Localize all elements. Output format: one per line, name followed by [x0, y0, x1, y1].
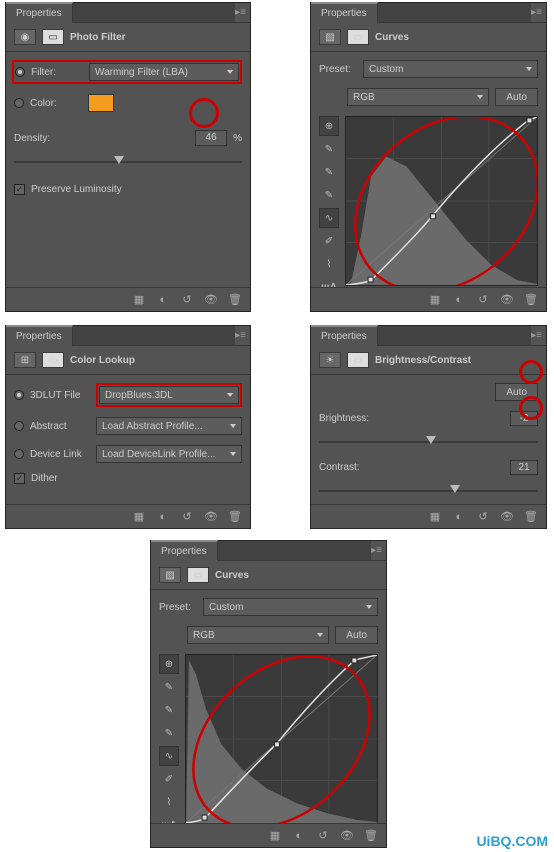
clip-icon[interactable]: ▦ [264, 827, 286, 845]
white-eyedrop-icon[interactable]: ✎ [319, 139, 339, 159]
eye-icon[interactable]: 👁 [496, 508, 518, 526]
preset-dropdown[interactable]: Custom [203, 598, 378, 616]
abstract-dropdown[interactable]: Load Abstract Profile... [96, 417, 242, 435]
trash-icon[interactable]: 🗑 [520, 508, 542, 526]
density-row: Density: 46 % [14, 130, 242, 146]
dither-checkbox[interactable]: ✓ [14, 473, 25, 484]
target-tool[interactable]: ⊕ [159, 654, 179, 674]
eye-icon[interactable]: 👁 [200, 291, 222, 309]
prev-icon[interactable]: ◐ [288, 827, 310, 845]
prev-icon[interactable]: ◐ [152, 291, 174, 309]
flyout-icon[interactable]: ▸≡ [531, 7, 542, 18]
brightness-slider[interactable] [319, 436, 538, 448]
prev-icon[interactable]: ◐ [152, 508, 174, 526]
properties-tab[interactable]: Properties [6, 2, 73, 23]
properties-tab[interactable]: Properties [151, 540, 218, 561]
mask-icon[interactable]: ▭ [42, 29, 64, 45]
preset-dropdown[interactable]: Custom [363, 60, 538, 78]
eye-icon[interactable]: 👁 [200, 508, 222, 526]
color-lookup-panel: Properties▸≡ ⊞▭Color Lookup 3DLUT FileDr… [5, 325, 251, 529]
target-tool[interactable]: ⊕ [319, 116, 339, 136]
smooth-icon[interactable]: ⌇ [319, 254, 339, 274]
black-eyedrop-icon[interactable]: ✎ [319, 185, 339, 205]
filter-row: Filter: Warming Filter (LBA) [12, 60, 242, 84]
mask-icon[interactable]: ▭ [187, 567, 209, 583]
reset-icon[interactable]: ↺ [176, 291, 198, 309]
curves-panel-1: Properties▸≡ ▨▭Curves Preset:Custom RGBA… [310, 2, 547, 312]
flyout-icon[interactable]: ▸≡ [371, 545, 382, 556]
point-tool[interactable]: ∿ [159, 746, 179, 766]
clip-icon[interactable]: ▦ [424, 291, 446, 309]
mask-icon[interactable]: ▭ [347, 29, 369, 45]
lut-dropdown[interactable]: DropBlues.3DL [99, 386, 239, 404]
properties-tab[interactable]: Properties [6, 325, 73, 346]
curves-icon: ▨ [159, 567, 181, 583]
clip-icon[interactable]: ▦ [424, 508, 446, 526]
adjustment-title: ◉ ▭ Photo Filter [6, 23, 250, 52]
auto-button[interactable]: Auto [495, 383, 538, 401]
panel-header: Properties ▸≡ [6, 3, 250, 23]
eye-icon[interactable]: 👁 [336, 827, 358, 845]
clip-icon[interactable]: ▦ [128, 508, 150, 526]
flyout-icon[interactable]: ▸≡ [235, 330, 246, 341]
color-swatch[interactable] [88, 94, 114, 112]
prev-icon[interactable]: ◐ [448, 508, 470, 526]
color-row: Color: [14, 94, 242, 112]
density-input[interactable]: 46 [195, 130, 227, 146]
auto-button[interactable]: Auto [495, 88, 538, 106]
properties-tab[interactable]: Properties [311, 2, 378, 23]
density-slider[interactable] [14, 156, 242, 168]
contrast-input[interactable]: 21 [510, 460, 538, 475]
clip-icon[interactable]: ▦ [128, 291, 150, 309]
bc-panel: Properties▸≡ ☀▭Brightness/Contrast Auto … [310, 325, 547, 529]
gray-eyedrop-icon[interactable]: ✎ [159, 700, 179, 720]
brightness-input[interactable]: -2 [510, 411, 538, 426]
filter-radio[interactable] [15, 67, 25, 77]
panel-footer: ▦ ◐ ↺ 👁 🗑 [6, 287, 250, 311]
channel-dropdown[interactable]: RGB [187, 626, 329, 644]
watermark: UiBQ.COM [476, 833, 548, 849]
photo-filter-panel: Properties ▸≡ ◉ ▭ Photo Filter Filter: W… [5, 2, 251, 312]
abstract-radio[interactable] [14, 421, 24, 431]
color-radio[interactable] [14, 98, 24, 108]
trash-icon[interactable]: 🗑 [520, 291, 542, 309]
reset-icon[interactable]: ↺ [312, 827, 334, 845]
trash-icon[interactable]: 🗑 [224, 508, 246, 526]
device-dropdown[interactable]: Load DeviceLink Profile... [96, 445, 242, 463]
channel-dropdown[interactable]: RGB [347, 88, 489, 106]
mask-icon[interactable]: ▭ [42, 352, 64, 368]
eye-icon[interactable]: 👁 [496, 291, 518, 309]
mask-icon[interactable]: ▭ [347, 352, 369, 368]
photo-filter-icon: ◉ [14, 29, 36, 45]
point-tool[interactable]: ∿ [319, 208, 339, 228]
flyout-icon[interactable]: ▸≡ [531, 330, 542, 341]
pencil-tool[interactable]: ✐ [319, 231, 339, 251]
gray-eyedrop-icon[interactable]: ✎ [319, 162, 339, 182]
curve-graph[interactable] [345, 116, 538, 286]
device-radio[interactable] [14, 449, 24, 459]
curve-graph[interactable] [185, 654, 378, 824]
properties-tab[interactable]: Properties [311, 325, 378, 346]
curves-icon: ▨ [319, 29, 341, 45]
lut-icon: ⊞ [14, 352, 36, 368]
pencil-tool[interactable]: ✐ [159, 769, 179, 789]
preserve-checkbox[interactable]: ✓ [14, 184, 25, 195]
reset-icon[interactable]: ↺ [472, 508, 494, 526]
curves-panel-2: Properties▸≡ ▨▭Curves Preset:Custom RGBA… [150, 540, 387, 848]
auto-button[interactable]: Auto [335, 626, 378, 644]
contrast-slider[interactable] [319, 485, 538, 497]
reset-icon[interactable]: ↺ [472, 291, 494, 309]
flyout-icon[interactable]: ▸≡ [235, 7, 246, 18]
filter-dropdown[interactable]: Warming Filter (LBA) [89, 63, 239, 81]
black-eyedrop-icon[interactable]: ✎ [159, 723, 179, 743]
prev-icon[interactable]: ◐ [448, 291, 470, 309]
trash-icon[interactable]: 🗑 [360, 827, 382, 845]
trash-icon[interactable]: 🗑 [224, 291, 246, 309]
white-eyedrop-icon[interactable]: ✎ [159, 677, 179, 697]
smooth-icon[interactable]: ⌇ [159, 792, 179, 812]
lut-radio[interactable] [14, 390, 24, 400]
bc-icon: ☀ [319, 352, 341, 368]
reset-icon[interactable]: ↺ [176, 508, 198, 526]
